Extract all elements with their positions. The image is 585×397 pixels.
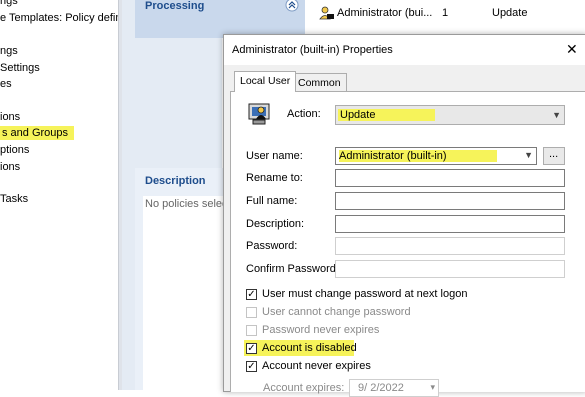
close-icon[interactable]: ✕ [566,41,578,58]
processing-title: Processing [145,0,205,12]
no-policies-text: No policies selec [145,198,228,210]
tree-item[interactable]: Tasks [0,192,28,206]
confirm-password-label: Confirm Password: [246,263,339,275]
description-title: Description [145,175,206,187]
chevron-down-icon: ▼ [524,150,533,160]
action-label: Action: [287,108,321,120]
password-never-expires-label: Password never expires [262,324,380,336]
tree-item[interactable]: ions [0,110,20,124]
action-value: Update [338,109,436,121]
details-pane: Processing Description No policies selec [122,0,335,390]
confirm-password-field[interactable] [335,260,565,278]
user-icon [319,6,334,20]
properties-dialog: Administrator (built-in) Properties ✕ Lo… [223,34,585,397]
account-never-expires-label: Account never expires [262,360,371,372]
password-field[interactable] [335,237,565,255]
tree-item[interactable]: ngs [0,0,18,8]
account-expires-value: 9/ 2/2022 [358,382,404,394]
collapse-icon[interactable] [285,0,299,12]
list-item-action: Update [492,7,528,19]
account-expires-label: Account expires: [263,382,345,394]
browse-label: ... [549,148,559,160]
fullname-label: Full name: [246,195,298,207]
username-value: Administrator (built-in) [339,150,497,162]
browse-button[interactable]: ... [543,147,565,165]
list-item-name: Administrator (bui... [337,7,433,19]
description-label: Description: [246,218,305,230]
console-tree: ngs e Templates: Policy defin ngs Settin… [0,0,118,390]
calendar-dropdown-icon: ▾ [430,382,435,392]
tab-page-local-user: Action: Update ▼ User name: Administrato… [230,91,585,397]
description-field[interactable] [335,215,565,233]
account-never-expires-checkbox[interactable]: ✓ [246,361,257,372]
tree-item[interactable]: ngs [0,44,18,58]
tree-item[interactable]: Settings [0,61,40,75]
tab-common[interactable]: Common [292,73,347,92]
cannot-change-password-label: User cannot change password [262,306,411,318]
must-change-password-label: User must change password at next logon [262,288,468,300]
list-item-order: 1 [442,7,449,19]
tab-local-user[interactable]: Local User [234,71,297,92]
fullname-field[interactable] [335,192,565,210]
account-disabled-label: Account is disabled [262,342,357,354]
tree-item[interactable]: ptions [0,143,29,157]
dialog-titlebar[interactable]: Administrator (built-in) Properties ✕ [224,35,585,65]
password-never-expires-checkbox[interactable] [246,325,257,336]
password-label: Password: [246,240,298,252]
chevron-down-icon: ▼ [552,110,561,120]
cannot-change-password-checkbox[interactable] [246,307,257,318]
rename-field[interactable] [335,169,565,187]
tree-item[interactable]: e Templates: Policy defin [0,11,118,25]
computer-user-icon [248,103,270,125]
action-dropdown[interactable]: Update ▼ [335,105,565,125]
rename-label: Rename to: [246,172,303,184]
tree-item[interactable]: es [0,77,12,91]
username-label: User name: [246,150,303,162]
dialog-title: Administrator (built-in) Properties [232,44,393,56]
account-disabled-checkbox[interactable]: ✓ [246,343,257,354]
tree-item-users-and-groups[interactable]: s and Groups [0,126,75,140]
tab-control: Local User Common Action: Update ▼ User … [230,71,585,397]
tree-item[interactable]: ions [0,160,20,174]
list-item[interactable]: Administrator (bui... 1 Update [305,5,585,21]
must-change-password-checkbox[interactable]: ✓ [246,289,257,300]
account-expires-datepicker[interactable]: 9/ 2/2022 ▾ [349,379,439,397]
username-combo[interactable]: Administrator (built-in) ▼ [335,147,537,165]
item-list: Administrator (bui... 1 Update [305,0,585,36]
